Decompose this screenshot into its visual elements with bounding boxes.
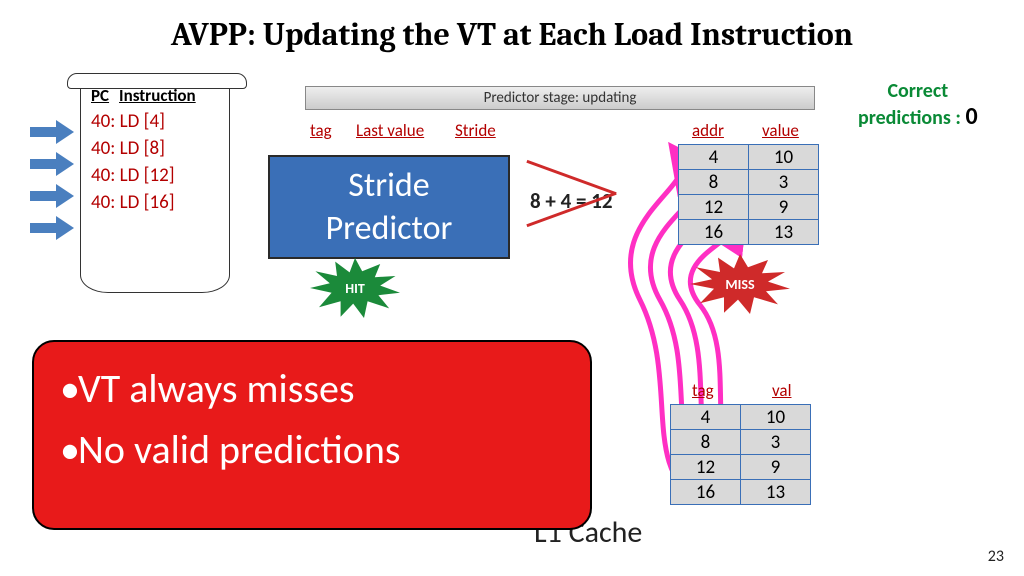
stride-line1: Stride xyxy=(270,165,508,206)
label-l1-tag: tag xyxy=(692,380,714,401)
label-tag: tag xyxy=(310,120,332,141)
label-stride: Stride xyxy=(455,120,496,141)
stride-line2: Predictor xyxy=(270,208,508,249)
arrow-icon xyxy=(30,124,74,140)
miss-burst: MISS xyxy=(690,254,790,314)
instruction-row: 40: LD [4] xyxy=(91,110,219,133)
table-row: 83 xyxy=(671,430,811,455)
instruction-list: PC Instruction 40: LD [4] 40: LD [8] 40:… xyxy=(80,78,230,293)
correct-predictions: Correct predictions : 0 xyxy=(858,80,978,131)
table-row: 129 xyxy=(679,195,819,220)
page-number: 23 xyxy=(988,547,1004,566)
instruction-header: Instruction xyxy=(119,85,196,106)
predictor-stage-bar: Predictor stage: updating xyxy=(305,86,815,110)
summary-callout: •VT always misses •No valid predictions xyxy=(32,340,592,530)
instruction-row: 40: LD [16] xyxy=(91,191,219,214)
vt-table: 410 83 129 1613 xyxy=(678,144,819,245)
instruction-row: 40: LD [8] xyxy=(91,137,219,160)
callout-bullet: •VT always misses xyxy=(60,364,564,413)
table-row: 1613 xyxy=(671,480,811,505)
label-addr: addr xyxy=(692,120,724,141)
arrow-icon xyxy=(30,220,74,236)
table-row: 129 xyxy=(671,455,811,480)
label-l1-val: val xyxy=(772,380,791,401)
label-last-value: Last value xyxy=(356,120,424,141)
table-row: 1613 xyxy=(679,220,819,245)
table-row: 410 xyxy=(671,405,811,430)
instruction-row: 40: LD [12] xyxy=(91,164,219,187)
slide-title: AVPP: Updating the VT at Each Load Instr… xyxy=(0,0,1024,53)
table-row: 410 xyxy=(679,145,819,170)
hit-burst: HIT xyxy=(310,258,400,318)
arrow-icon xyxy=(30,156,74,172)
callout-bullet: •No valid predictions xyxy=(60,425,564,474)
arrow-icon xyxy=(30,188,74,204)
label-value: value xyxy=(762,120,799,141)
l1-cache-table: 410 83 129 1613 xyxy=(670,404,811,505)
stride-predictor-box: Stride Predictor xyxy=(268,155,510,259)
pc-header: PC xyxy=(91,85,109,106)
table-row: 83 xyxy=(679,170,819,195)
